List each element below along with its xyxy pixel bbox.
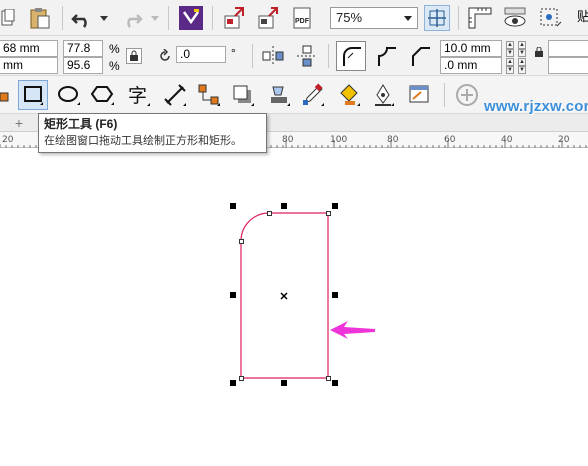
ruler-tick-label: 100 <box>330 135 348 145</box>
add-tool-plus-icon[interactable] <box>452 80 482 110</box>
ruler-tick-label: 80 <box>282 135 294 145</box>
corner-node[interactable] <box>326 376 331 381</box>
selection-handle-left[interactable] <box>230 292 236 298</box>
add-document-tab-button[interactable]: + <box>10 114 28 132</box>
chamfered-corner-icon[interactable] <box>406 42 434 70</box>
transparency-tool-icon[interactable] <box>264 80 294 110</box>
chevron-down-icon[interactable] <box>404 16 412 21</box>
rectangle-tool-tooltip: 矩形工具 (F6) 在绘图窗口拖动工具绘制正方形和矩形。 <box>38 113 267 153</box>
snap-to-icon[interactable] <box>536 5 564 31</box>
interactive-fill-tool-icon[interactable] <box>334 80 364 110</box>
polygon-tool-icon[interactable] <box>88 80 118 110</box>
lock-ratio-icon[interactable] <box>126 48 142 64</box>
corner-spin-up-icon[interactable]: ▲ <box>518 58 526 66</box>
corner-radius-top-field[interactable]: 10.0 mm <box>440 40 502 57</box>
ruler-tick-label: 80 <box>387 135 399 145</box>
rulers-toggle-icon[interactable] <box>466 5 494 31</box>
copy-icon[interactable] <box>0 8 16 28</box>
scale-x-unit: % <box>109 42 120 56</box>
corner-spin-down-icon[interactable]: ▼ <box>506 49 514 57</box>
position-y-field[interactable]: mm <box>0 57 58 74</box>
export-icon[interactable] <box>256 5 282 31</box>
ruler-tick-label: 40 <box>501 135 513 145</box>
drop-shadow-tool-icon[interactable] <box>228 80 258 110</box>
tooltip-title: 矩形工具 (F6) <box>44 117 118 131</box>
drawing-canvas[interactable] <box>0 149 588 466</box>
pointer-arrow-icon <box>330 321 375 339</box>
corner-spin-up-icon[interactable]: ▲ <box>518 41 526 49</box>
ellipse-tool-icon[interactable] <box>54 80 84 110</box>
center-cross-icon <box>280 292 288 300</box>
zoom-level-value: 75% <box>336 10 363 25</box>
redo-dropdown-icon[interactable] <box>150 14 160 22</box>
corner-node[interactable] <box>326 211 331 216</box>
scalloped-corner-icon[interactable] <box>372 42 400 70</box>
corner-extra-field-bottom[interactable] <box>548 57 588 74</box>
selection-handle-bottom-right[interactable] <box>332 380 338 386</box>
full-screen-preview-icon[interactable] <box>424 5 450 31</box>
eyedropper-tool-icon[interactable] <box>298 80 328 110</box>
selection-handle-top-left[interactable] <box>230 203 236 209</box>
undo-dropdown-icon[interactable] <box>99 14 109 22</box>
ruler-tick-label: 20 <box>558 135 570 145</box>
text-tool-icon[interactable]: 字 <box>124 80 154 110</box>
paste-icon[interactable] <box>28 6 52 30</box>
outline-pen-tool-icon[interactable] <box>368 80 398 110</box>
crop-tool-icon[interactable] <box>0 86 12 104</box>
corner-spin-down-icon[interactable]: ▼ <box>506 66 514 74</box>
redo-icon[interactable] <box>120 6 144 30</box>
ruler-tick-label: 60 <box>444 135 456 145</box>
property-bar: 68 mm mm 77.8 95.6 % % .0 ° 10.0 mm .0 m… <box>0 36 588 76</box>
rotation-unit: ° <box>231 46 236 60</box>
rotate-icon <box>157 48 173 64</box>
canvas-svg <box>240 212 375 379</box>
selection-handle-bottom[interactable] <box>281 380 287 386</box>
selection-handle-right[interactable] <box>332 292 338 298</box>
publish-pdf-icon[interactable]: PDF <box>290 5 316 31</box>
corner-radius-bottom-field[interactable]: .0 mm <box>440 57 502 74</box>
selection-handle-top-right[interactable] <box>332 203 338 209</box>
svg-text:字: 字 <box>128 85 147 107</box>
position-x-field[interactable]: 68 mm <box>0 40 58 57</box>
round-corner-icon[interactable] <box>336 41 366 71</box>
mirror-vertical-icon[interactable] <box>294 42 320 70</box>
rectangle-tool-icon[interactable] <box>18 80 48 110</box>
undo-icon[interactable] <box>70 6 94 30</box>
mirror-horizontal-icon[interactable] <box>260 42 286 70</box>
standard-toolbar: PDF 75% 贴 <box>0 0 588 36</box>
corner-spin-up-icon[interactable]: ▲ <box>506 41 514 49</box>
rotation-angle-field[interactable]: .0 <box>176 46 226 63</box>
corel-app-launcher-icon[interactable] <box>178 5 204 31</box>
corner-spin-down-icon[interactable]: ▼ <box>518 66 526 74</box>
tooltip-description: 在绘图窗口拖动工具绘制正方形和矩形。 <box>44 135 242 147</box>
ruler-tick-label: 20 <box>2 135 14 145</box>
scale-x-field[interactable]: 77.8 <box>63 40 103 57</box>
import-icon[interactable] <box>222 5 248 31</box>
dimension-tool-icon[interactable] <box>160 80 190 110</box>
scale-y-field[interactable]: 95.6 <box>63 57 103 74</box>
corner-node[interactable] <box>267 211 272 216</box>
connector-tool-icon[interactable] <box>194 80 224 110</box>
corner-spin-up-icon[interactable]: ▲ <box>506 58 514 66</box>
selection-handle-top[interactable] <box>281 203 287 209</box>
toolbar-overflow-text: 贴 <box>577 9 588 24</box>
corner-node[interactable] <box>239 376 244 381</box>
corner-spin-down-icon[interactable]: ▼ <box>518 49 526 57</box>
color-eyedropper-tool-icon[interactable] <box>404 80 434 110</box>
corner-node[interactable] <box>239 239 244 244</box>
svg-text:PDF: PDF <box>295 18 310 25</box>
selection-handle-bottom-left[interactable] <box>230 380 236 386</box>
zoom-level-select[interactable]: 75% <box>330 7 418 29</box>
scale-y-unit: % <box>109 59 120 73</box>
watermark-logo: www.rjzxw.com <box>484 98 588 115</box>
corner-extra-field-top[interactable] <box>548 40 588 57</box>
lock-corners-icon[interactable] <box>534 46 544 58</box>
view-mode-icon[interactable] <box>500 5 530 31</box>
